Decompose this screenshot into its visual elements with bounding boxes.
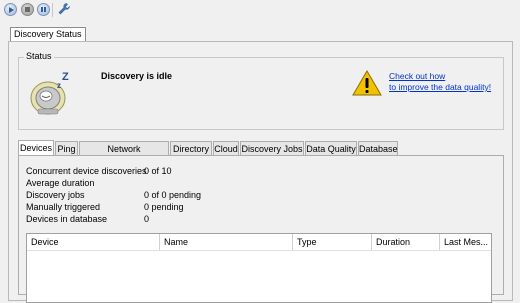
start-discovery-button[interactable] bbox=[4, 3, 17, 16]
devices-table[interactable]: Device Name Type Duration Last Mes... bbox=[26, 233, 492, 303]
stop-discovery-button[interactable] bbox=[21, 3, 34, 16]
status-group bbox=[18, 57, 504, 130]
tab-ping[interactable]: Ping bbox=[55, 141, 78, 155]
link-line-1[interactable]: Check out how bbox=[389, 71, 491, 82]
tab-directory[interactable]: Directory bbox=[170, 141, 212, 155]
stat-label-concurrent: Concurrent device discoveries bbox=[26, 166, 147, 176]
tab-network-neighborhood[interactable]: Network Neighborhood bbox=[79, 141, 169, 168]
tab-cloud[interactable]: Cloud bbox=[213, 141, 239, 155]
toolbar-separator bbox=[52, 3, 53, 17]
status-group-label: Status bbox=[24, 51, 54, 61]
stat-value-devices-in-database: 0 bbox=[144, 214, 150, 224]
warning-icon bbox=[352, 70, 382, 96]
tab-data-quality[interactable]: Data Quality bbox=[305, 141, 357, 155]
toolbar bbox=[0, 0, 520, 20]
tab-discovery-status[interactable]: Discovery Status bbox=[10, 27, 86, 42]
tab-discovery-jobs[interactable]: Discovery Jobs bbox=[240, 141, 304, 155]
stat-value-concurrent: 0 of 10 bbox=[144, 166, 172, 176]
svg-text:z: z bbox=[57, 81, 61, 90]
column-header-type[interactable]: Type bbox=[293, 234, 372, 251]
stat-value-manually-triggered: 0 pending bbox=[144, 202, 184, 212]
stat-label-manually-triggered: Manually triggered bbox=[26, 202, 101, 212]
stat-label-discovery-jobs: Discovery jobs bbox=[26, 190, 85, 200]
column-header-last-measured[interactable]: Last Mes... bbox=[440, 234, 491, 251]
link-line-2[interactable]: to improve the data quality! bbox=[389, 82, 491, 93]
discovery-status-message: Discovery is idle bbox=[101, 71, 173, 81]
improve-data-quality-link[interactable]: Check out how to improve the data qualit… bbox=[389, 71, 491, 93]
stat-label-devices-in-database: Devices in database bbox=[26, 214, 108, 224]
column-header-duration[interactable]: Duration bbox=[372, 234, 440, 251]
sleeping-mascot-icon: Z z bbox=[30, 71, 69, 115]
wrench-icon[interactable] bbox=[57, 2, 71, 16]
pause-discovery-button[interactable] bbox=[37, 3, 50, 16]
column-header-name[interactable]: Name bbox=[160, 234, 293, 251]
stat-label-average-duration: Average duration bbox=[26, 178, 95, 188]
svg-text:Z: Z bbox=[62, 71, 69, 83]
stat-value-discovery-jobs: 0 of 0 pending bbox=[144, 190, 202, 200]
tab-devices[interactable]: Devices bbox=[18, 140, 54, 156]
column-header-device[interactable]: Device bbox=[27, 234, 160, 251]
tab-database[interactable]: Database bbox=[358, 141, 398, 155]
